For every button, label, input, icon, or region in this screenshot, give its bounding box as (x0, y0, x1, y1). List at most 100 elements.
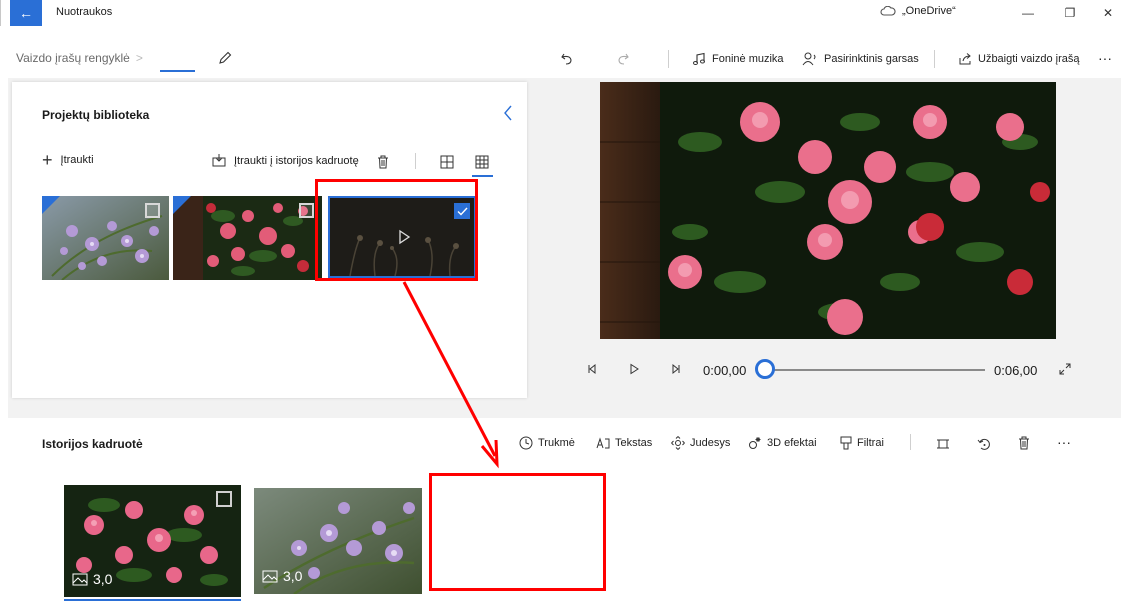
collapse-library-button[interactable] (502, 104, 514, 122)
delete-clip-button[interactable] (1018, 436, 1030, 450)
large-grid-view-button[interactable] (440, 155, 454, 169)
text-label: Tekstas (615, 437, 653, 449)
roses-preview-image (600, 82, 1056, 339)
add-media-label: Įtraukti (60, 154, 94, 166)
undo-button[interactable] (560, 52, 574, 66)
in-storyboard-marker (42, 196, 60, 214)
filters-button[interactable]: Filtrai (840, 436, 884, 450)
rotate-button[interactable] (977, 437, 991, 451)
filters-label: Filtrai (857, 437, 884, 449)
resize-button[interactable] (936, 437, 950, 451)
grid-3x3-icon (475, 155, 489, 169)
plus-icon: + (42, 150, 53, 170)
library-item-purple-flowers[interactable] (42, 196, 169, 280)
breadcrumb-editor-link[interactable]: Vaizdo įrašų rengyklė (16, 51, 130, 65)
selected-clip-highlight (315, 179, 478, 281)
add-media-button[interactable]: + Įtraukti (42, 150, 94, 170)
cloud-icon (880, 6, 896, 16)
maximize-button[interactable]: ❐ (1050, 0, 1090, 26)
clip-selected-indicator (64, 599, 241, 601)
duration-label: Trukmė (538, 437, 575, 449)
background-music-button[interactable]: Foninė muzika (692, 52, 784, 66)
toolbar-divider (668, 50, 669, 68)
add-to-storyboard-button[interactable]: Įtraukti į istorijos kadruotę (212, 154, 359, 167)
seek-handle[interactable] (755, 359, 775, 379)
add-to-storyboard-label: Įtraukti į istorijos kadruotę (234, 154, 359, 167)
filter-icon (840, 436, 852, 450)
image-icon (72, 573, 88, 585)
clock-icon (519, 436, 533, 450)
clip-checkbox[interactable] (216, 491, 232, 507)
seek-bar[interactable] (770, 369, 985, 371)
clip-duration: 3,0 (283, 568, 303, 584)
motion-button[interactable]: Judesys (671, 436, 730, 450)
image-icon (262, 570, 278, 582)
redo-icon (618, 53, 629, 65)
play-icon (630, 363, 639, 375)
clip-duration: 3,0 (93, 571, 113, 587)
storyboard-more-button[interactable]: ··· (1057, 434, 1071, 450)
restore-icon: ❐ (1064, 6, 1076, 20)
rename-button[interactable] (218, 51, 232, 65)
in-storyboard-marker (173, 196, 191, 214)
share-export-icon (959, 53, 971, 65)
onedrive-status[interactable]: „OneDrive“ (880, 5, 956, 17)
place-in-storyboard-icon (212, 154, 226, 167)
storyboard-clip-roses[interactable]: 3,0 (64, 485, 241, 597)
crop-resize-icon (937, 439, 949, 449)
storyboard-divider (910, 434, 911, 450)
undo-icon (561, 53, 572, 65)
custom-audio-label: Pasirinktinis garsas (824, 53, 919, 65)
close-icon: ✕ (1102, 6, 1114, 20)
total-time: 0:06,00 (994, 363, 1038, 378)
back-button[interactable]: ← (10, 0, 42, 26)
more-icon: ··· (1057, 434, 1071, 450)
motion-label: Judesys (690, 437, 731, 449)
rotate-icon (977, 438, 990, 450)
library-divider (415, 153, 416, 169)
previous-frame-button[interactable] (586, 363, 598, 375)
app-title: Nuotraukos (56, 6, 113, 18)
storyboard-clip-purple-flowers[interactable]: 3,0 (254, 488, 422, 594)
step-back-icon (588, 363, 596, 375)
select-checkbox[interactable] (299, 203, 314, 218)
3d-effects-button[interactable]: 3D efektai (748, 436, 817, 450)
more-options-button[interactable]: ··· (1098, 50, 1112, 66)
minimize-button[interactable]: — (1008, 0, 1048, 26)
finish-video-label: Užbaigti vaizdo įrašą (978, 53, 1080, 65)
custom-audio-button[interactable]: Pasirinktinis garsas (802, 52, 919, 66)
video-preview[interactable] (600, 82, 1056, 339)
chevron-left-icon (504, 105, 512, 121)
next-frame-button[interactable] (670, 363, 682, 375)
person-voice-icon (802, 52, 816, 66)
text-button[interactable]: Tekstas (596, 436, 652, 450)
trash-icon (1019, 436, 1029, 450)
current-time: 0:00,00 (703, 363, 747, 378)
select-checkbox[interactable] (145, 203, 160, 218)
trash-icon (378, 155, 388, 169)
back-arrow-icon: ← (19, 5, 33, 21)
close-button[interactable]: ✕ (1088, 0, 1121, 26)
play-button[interactable] (628, 363, 640, 375)
fullscreen-button[interactable] (1058, 362, 1072, 376)
toolbar-divider (934, 50, 935, 68)
minimize-icon: — (1022, 6, 1034, 20)
step-forward-icon (672, 363, 680, 375)
storyboard-title: Istorijos kadruotė (42, 437, 143, 451)
clip-duration-badge: 3,0 (72, 571, 112, 587)
view-selected-indicator (472, 175, 493, 177)
drop-target-highlight (429, 473, 606, 591)
finish-video-button[interactable]: Užbaigti vaizdo įrašą (958, 52, 1080, 66)
clip-duration-badge: 3,0 (262, 568, 302, 584)
project-name-field[interactable] (160, 70, 195, 72)
music-note-icon (693, 52, 705, 65)
library-item-red-roses[interactable] (173, 196, 322, 280)
duration-button[interactable]: Trukmė (519, 436, 575, 450)
redo-button[interactable] (616, 52, 630, 66)
small-grid-view-button[interactable] (475, 155, 489, 169)
text-icon (596, 437, 610, 449)
delete-media-button[interactable] (377, 155, 389, 169)
background-music-label: Foninė muzika (712, 53, 784, 65)
onedrive-label: „OneDrive“ (902, 5, 956, 17)
breadcrumb-separator: > (135, 51, 143, 65)
